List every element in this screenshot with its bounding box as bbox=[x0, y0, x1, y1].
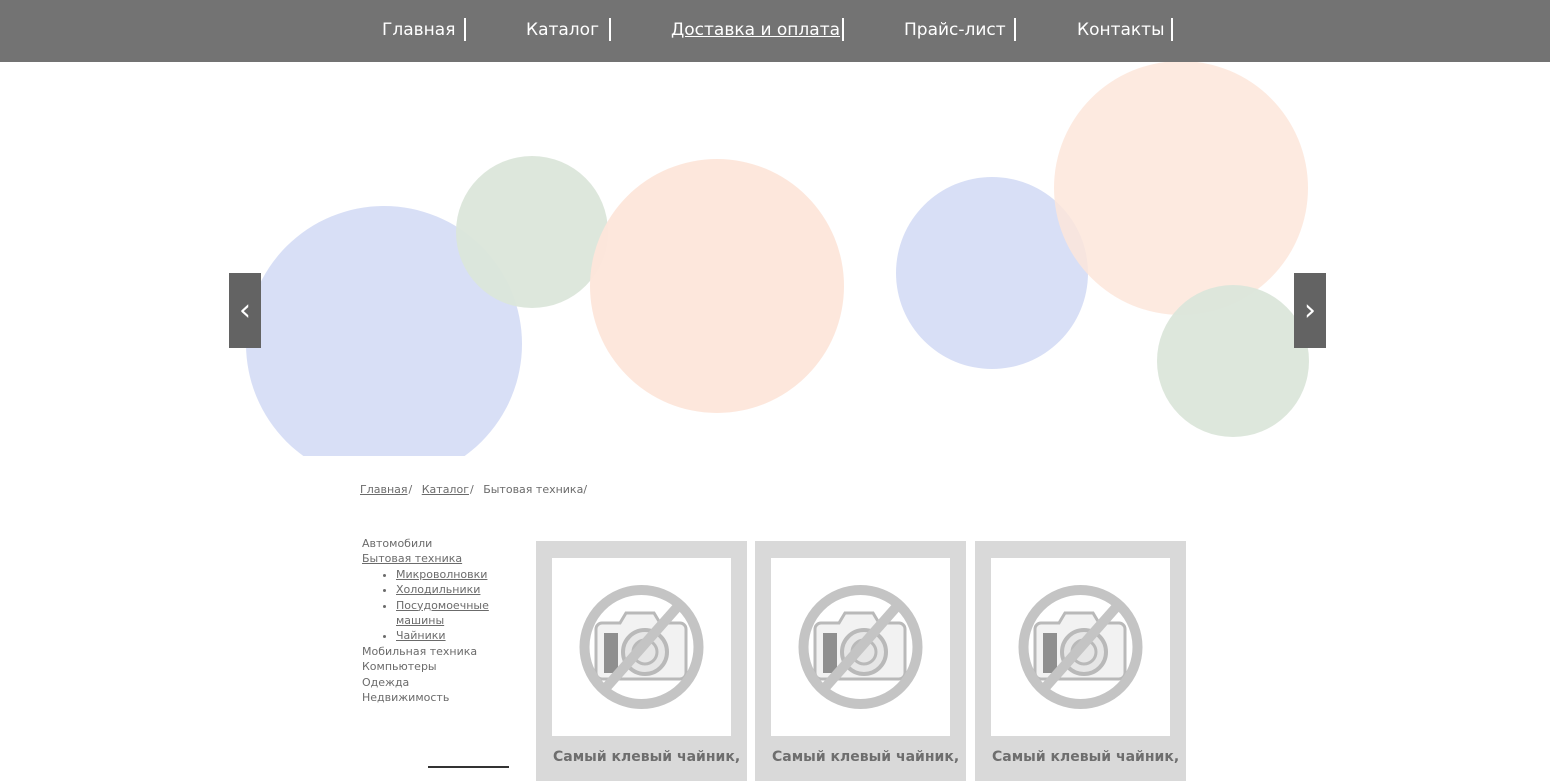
nav-separator bbox=[464, 18, 466, 41]
subcategory-fridges[interactable]: Холодильники bbox=[396, 583, 480, 596]
category-mobile[interactable]: Мобильная техника bbox=[362, 644, 512, 659]
breadcrumb-separator: / bbox=[469, 483, 474, 496]
chevron-right-icon: › bbox=[1304, 293, 1316, 328]
no-photo-icon bbox=[798, 585, 923, 709]
subcategory-item: Холодильники bbox=[396, 582, 512, 597]
nav-separator bbox=[1171, 18, 1173, 41]
nav-separator bbox=[1014, 18, 1016, 41]
nav-separator bbox=[609, 18, 611, 41]
product-title[interactable]: Самый клевый чайник, bbox=[772, 749, 959, 765]
top-navigation: Главная Каталог Доставка и оплата Прайс-… bbox=[0, 0, 1550, 62]
subcategory-microwaves[interactable]: Микроволновки bbox=[396, 568, 487, 581]
nav-separator bbox=[842, 18, 844, 41]
product-card[interactable]: Самый клевый чайник, bbox=[755, 541, 966, 781]
breadcrumb-current: Бытовая техника bbox=[483, 483, 584, 496]
category-computers[interactable]: Компьютеры bbox=[362, 659, 512, 674]
banner-circle bbox=[1157, 285, 1309, 437]
nav-item-catalog[interactable]: Каталог bbox=[526, 18, 599, 42]
category-real-estate[interactable]: Недвижимость bbox=[362, 690, 512, 705]
breadcrumb-link-catalog[interactable]: Каталог bbox=[422, 483, 469, 496]
banner-circle bbox=[590, 159, 844, 413]
product-title[interactable]: Самый клевый чайник, bbox=[992, 749, 1179, 765]
product-card[interactable]: Самый клевый чайник, bbox=[975, 541, 1186, 781]
nav-item-contacts[interactable]: Контакты bbox=[1077, 18, 1165, 42]
nav-item-pricelist[interactable]: Прайс-лист bbox=[904, 18, 1006, 42]
category-home-appliances[interactable]: Бытовая техника bbox=[362, 551, 512, 566]
slider-next-button[interactable]: › bbox=[1294, 273, 1326, 348]
product-image[interactable] bbox=[771, 558, 950, 736]
no-photo-icon bbox=[1018, 585, 1143, 709]
nav-item-home[interactable]: Главная bbox=[382, 18, 455, 42]
category-sidebar: Автомобили Бытовая техника Микроволновки… bbox=[362, 536, 512, 705]
subcategory-item: Микроволновки bbox=[396, 567, 512, 582]
product-image[interactable] bbox=[991, 558, 1170, 736]
breadcrumb-separator: / bbox=[408, 483, 413, 496]
product-card[interactable]: Самый клевый чайник, bbox=[536, 541, 747, 781]
subcategory-item: Посудомоечные машины bbox=[396, 598, 496, 629]
subcategory-kettles[interactable]: Чайники bbox=[396, 629, 446, 642]
no-photo-icon bbox=[579, 585, 704, 709]
subcategory-item: Чайники bbox=[396, 628, 512, 643]
chevron-left-icon: ‹ bbox=[239, 293, 251, 328]
banner-image bbox=[246, 62, 1309, 456]
category-cars[interactable]: Автомобили bbox=[362, 536, 512, 551]
nav-item-delivery[interactable]: Доставка и оплата bbox=[671, 18, 840, 42]
category-clothes[interactable]: Одежда bbox=[362, 675, 512, 690]
subcategory-list: Микроволновки Холодильники Посудомоечные… bbox=[362, 567, 512, 644]
banner-circle bbox=[1054, 62, 1308, 315]
banner-slider: ‹ › bbox=[0, 62, 1550, 456]
breadcrumb-separator: / bbox=[583, 483, 588, 496]
breadcrumb: Главная/ Каталог/ Бытовая техника/ bbox=[360, 483, 587, 496]
product-title[interactable]: Самый клевый чайник, bbox=[553, 749, 740, 765]
banner-circle bbox=[456, 156, 608, 308]
subcategory-dishwashers[interactable]: Посудомоечные машины bbox=[396, 599, 489, 627]
product-image[interactable] bbox=[552, 558, 731, 736]
breadcrumb-link-home[interactable]: Главная bbox=[360, 483, 408, 496]
slider-prev-button[interactable]: ‹ bbox=[229, 273, 261, 348]
